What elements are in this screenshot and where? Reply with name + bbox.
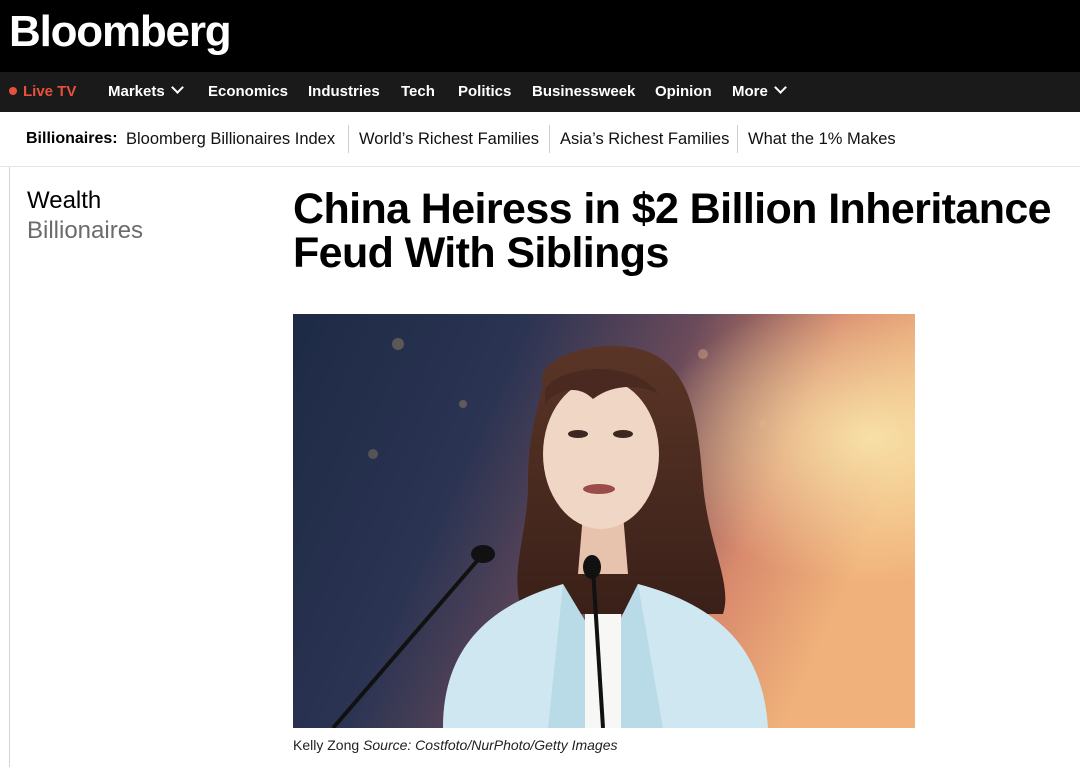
caption-source: Source: Costfoto/NurPhoto/Getty Images [363, 737, 618, 753]
subnav-label: Billionaires: [26, 130, 118, 147]
caption-name: Kelly Zong [293, 737, 360, 753]
billionaires-subnav: Billionaires: Bloomberg Billionaires Ind… [0, 112, 1080, 167]
subnav-divider [348, 125, 349, 153]
article-headline: China Heiress in $2 Billion Inheritance … [293, 185, 1052, 277]
nav-more-label: More [732, 83, 768, 100]
nav-live-tv-label: Live TV [23, 83, 77, 100]
nav-industries[interactable]: Industries [308, 72, 380, 112]
subnav-billionaires-index[interactable]: Bloomberg Billionaires Index [126, 112, 335, 166]
chevron-down-icon [773, 81, 787, 94]
nav-opinion[interactable]: Opinion [655, 72, 712, 112]
nav-politics[interactable]: Politics [458, 72, 511, 112]
nav-more[interactable]: More [732, 72, 787, 112]
top-bar: Bloomberg [0, 0, 1080, 72]
photo-caption: Kelly Zong Source: Costfoto/NurPhoto/Get… [293, 737, 618, 753]
section-link-billionaires[interactable]: Billionaires [27, 216, 143, 246]
nav-economics[interactable]: Economics [208, 72, 288, 112]
bloomberg-logo[interactable]: Bloomberg [9, 4, 232, 60]
chevron-down-icon [170, 81, 184, 94]
subnav-divider [549, 125, 550, 153]
section-link-wealth[interactable]: Wealth [27, 186, 101, 216]
subnav-asia-richest-families[interactable]: Asia’s Richest Families [560, 112, 729, 166]
nav-businessweek[interactable]: Businessweek [532, 72, 635, 112]
nav-live-tv[interactable]: Live TV [9, 72, 76, 112]
nav-markets[interactable]: Markets [108, 72, 184, 112]
article-photo [293, 314, 915, 728]
live-dot-icon [9, 87, 17, 95]
subnav-richest-families[interactable]: World’s Richest Families [359, 112, 539, 166]
left-rule [9, 167, 10, 767]
nav-tech[interactable]: Tech [401, 72, 435, 112]
subnav-one-percent[interactable]: What the 1% Makes [748, 112, 896, 166]
main-nav: Live TV Markets Economics Industries Tec… [0, 72, 1080, 112]
nav-markets-label: Markets [108, 83, 165, 100]
subnav-divider [737, 125, 738, 153]
